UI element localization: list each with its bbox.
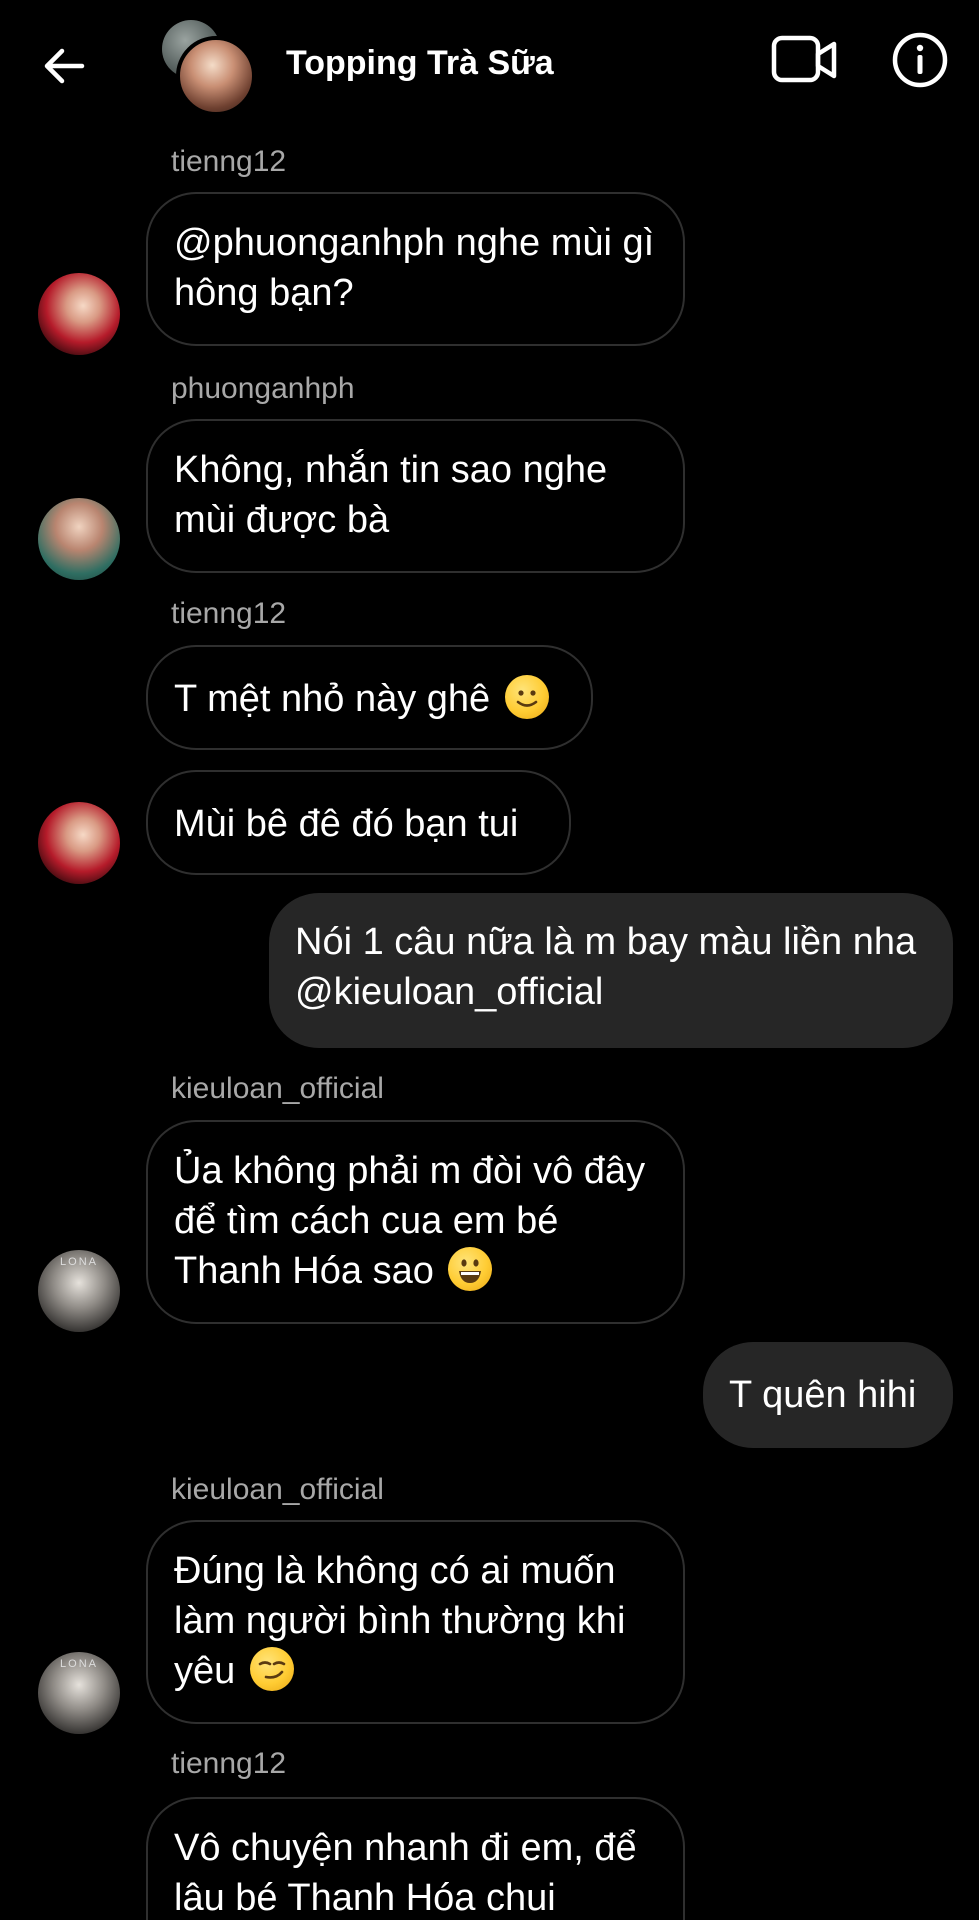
video-call-icon bbox=[771, 35, 837, 83]
message-text: Mùi bê đê đó bạn tui bbox=[174, 803, 519, 845]
info-icon bbox=[892, 32, 948, 88]
avatar-kieuloan-official[interactable]: LONA bbox=[38, 1250, 120, 1332]
message-text: Không, nhắn tin sao nghe mùi được bà bbox=[174, 449, 608, 541]
group-avatar[interactable] bbox=[162, 20, 256, 116]
message-text: @phuonganhph nghe mùi gì hông bạn? bbox=[174, 222, 655, 314]
message-bubble[interactable]: Ủa không phải m đòi vô đây để tìm cách c… bbox=[146, 1120, 685, 1324]
outgoing-message-bubble[interactable]: T quên hihi bbox=[703, 1342, 953, 1448]
smirking-face-emoji bbox=[249, 1647, 294, 1691]
message-sender: kieuloan_official bbox=[171, 1473, 384, 1506]
avatar-logo-text: LONA bbox=[60, 1658, 98, 1670]
avatar-logo-text: LONA bbox=[60, 1256, 98, 1268]
message-sender: phuonganhph bbox=[171, 372, 355, 405]
message-text: T quên hihi bbox=[729, 1374, 917, 1416]
back-button[interactable] bbox=[38, 40, 90, 92]
back-arrow-icon bbox=[44, 48, 85, 84]
message-text: Đúng là không có ai muốn làm người bình … bbox=[174, 1550, 626, 1692]
video-call-button[interactable] bbox=[770, 32, 840, 88]
avatar-kieuloan-official[interactable]: LONA bbox=[38, 1652, 120, 1734]
grinning-face-emoji bbox=[448, 1247, 493, 1291]
message-sender: tienng12 bbox=[171, 145, 287, 178]
message-bubble[interactable]: @phuonganhph nghe mùi gì hông bạn? bbox=[146, 192, 685, 346]
chat-title[interactable]: Topping Trà Sữa bbox=[286, 44, 554, 83]
chat-screen: Topping Trà Sữa tienng12 @phuonganhph ng… bbox=[0, 0, 979, 1920]
message-bubble[interactable]: Vô chuyện nhanh đi em, để lâu bé Thanh H… bbox=[146, 1797, 685, 1920]
message-text: T mệt nhỏ này ghê bbox=[174, 678, 491, 720]
slightly-smiling-face-emoji bbox=[504, 675, 549, 719]
message-sender: kieuloan_official bbox=[171, 1072, 384, 1105]
message-sender: tienng12 bbox=[171, 1747, 287, 1780]
avatar-tienng12[interactable] bbox=[38, 802, 120, 884]
message-bubble[interactable]: T mệt nhỏ này ghê bbox=[146, 645, 593, 750]
info-button[interactable] bbox=[890, 30, 950, 90]
group-avatar-front bbox=[176, 36, 256, 116]
avatar-tienng12[interactable] bbox=[38, 273, 120, 355]
message-bubble[interactable]: Không, nhắn tin sao nghe mùi được bà bbox=[146, 419, 685, 573]
message-bubble[interactable]: Mùi bê đê đó bạn tui bbox=[146, 770, 571, 875]
avatar-phuonganhph[interactable] bbox=[38, 498, 120, 580]
outgoing-message-bubble[interactable]: Nói 1 câu nữa là m bay màu liền nha @kie… bbox=[269, 893, 953, 1048]
chat-header: Topping Trà Sữa bbox=[0, 0, 979, 130]
message-bubble[interactable]: Đúng là không có ai muốn làm người bình … bbox=[146, 1520, 685, 1724]
message-text: Vô chuyện nhanh đi em, để lâu bé Thanh H… bbox=[174, 1827, 637, 1919]
message-sender: tienng12 bbox=[171, 597, 287, 630]
message-text: Ủa không phải m đòi vô đây để tìm cách c… bbox=[174, 1150, 646, 1292]
message-text: Nói 1 câu nữa là m bay màu liền nha @kie… bbox=[295, 921, 917, 1013]
